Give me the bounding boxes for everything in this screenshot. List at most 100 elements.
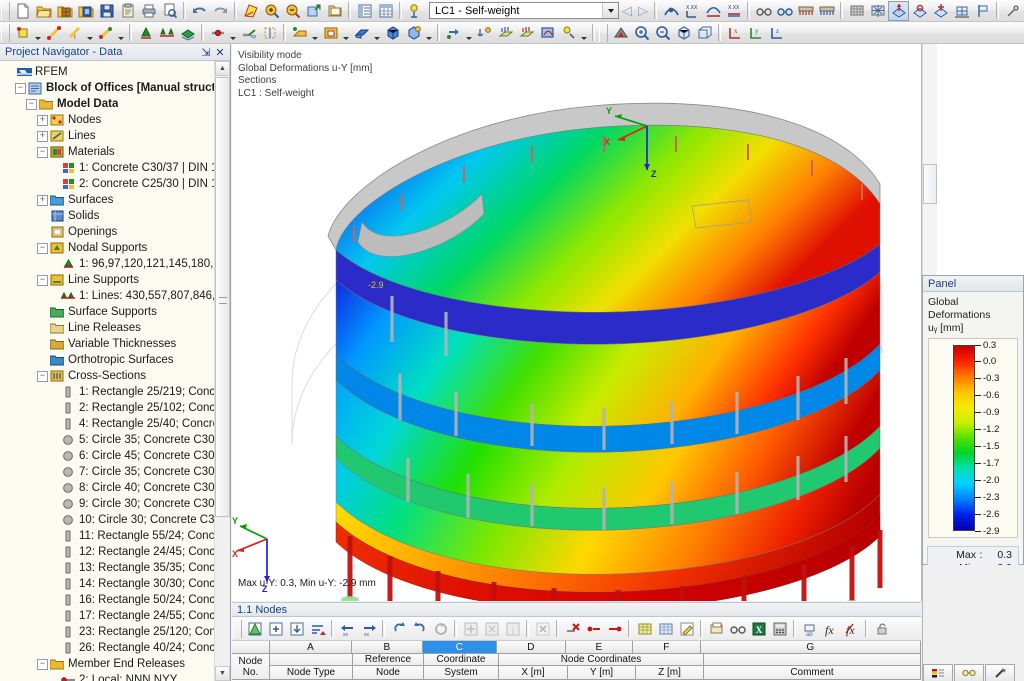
tree-item[interactable]: 13: Rectangle 35/35; Concrete <box>0 560 230 576</box>
table-glasses-icon[interactable] <box>727 619 748 639</box>
tree-item[interactable]: 14: Rectangle 30/30; Concrete <box>0 576 230 592</box>
value-label-2-icon[interactable]: X.XX <box>723 1 744 21</box>
tree-item[interactable]: 2: Concrete C25/30 | DIN 1045 <box>0 176 230 192</box>
hinge-icon[interactable] <box>207 23 228 43</box>
tree-expander-icon[interactable]: − <box>26 99 37 110</box>
tree-item[interactable]: 11: Rectangle 55/24; Concrete <box>0 528 230 544</box>
model-viewport[interactable]: -2.9 Y X Z Y X <box>232 44 922 601</box>
surface-create-icon[interactable] <box>289 23 310 43</box>
tree-item[interactable]: 5: Circle 35; Concrete C30/37 <box>0 432 230 448</box>
print-preview-icon[interactable] <box>159 1 180 21</box>
tree-item[interactable]: 23: Rectangle 25/120; Concret… <box>0 624 230 640</box>
surface-support-icon[interactable] <box>177 23 198 43</box>
tab-colors[interactable] <box>923 664 953 681</box>
node-tool-dropdown-icon[interactable] <box>33 23 43 43</box>
column-letter-header[interactable]: A <box>270 641 352 654</box>
toolbar-grip-2[interactable] <box>599 24 608 42</box>
deformation-icon[interactable] <box>660 1 681 21</box>
zoom-window-icon[interactable] <box>631 23 652 43</box>
table-calculator-icon[interactable] <box>769 619 790 639</box>
tree-expander-icon[interactable]: + <box>37 131 48 142</box>
view-iso-icon[interactable] <box>673 23 694 43</box>
tree-item[interactable]: Variable Thicknesses <box>0 336 230 352</box>
grid-snap-icon[interactable] <box>951 1 972 21</box>
tree-item[interactable]: 17: Rectangle 24/55; Concrete <box>0 608 230 624</box>
calculate-icon[interactable] <box>610 23 631 43</box>
tree-expander-icon[interactable]: − <box>37 275 48 286</box>
next-load-case-icon[interactable]: ▷ <box>635 3 651 19</box>
opening-icon[interactable] <box>320 23 341 43</box>
table-delete-row-icon[interactable] <box>583 619 604 639</box>
navigator-tree[interactable]: RFEM−Block of Offices [Manual structures… <box>0 61 230 681</box>
table-add-row-icon[interactable] <box>604 619 625 639</box>
toolbar-grip[interactable] <box>1 2 10 20</box>
line-dimension-tool-icon[interactable]: I <box>64 23 85 43</box>
tree-item[interactable]: −Cross-Sections <box>0 368 230 384</box>
load-case-combo[interactable]: LC1 - Self-weight <box>429 2 619 19</box>
new-file-icon[interactable] <box>12 1 33 21</box>
star-settings-icon[interactable] <box>867 1 888 21</box>
scrollbar-thumb[interactable] <box>215 77 230 517</box>
node-tool-icon[interactable] <box>12 23 33 43</box>
scrollbar-thumb-right[interactable] <box>923 164 937 204</box>
surface-results-1-icon[interactable] <box>888 1 909 21</box>
pin-icon[interactable]: ⇲ <box>199 46 213 59</box>
tree-item[interactable]: 8: Circle 40; Concrete C30/37 <box>0 480 230 496</box>
close-icon[interactable]: ✕ <box>213 46 227 59</box>
column-letter-header[interactable]: B <box>352 641 422 654</box>
solid-icon[interactable] <box>382 23 403 43</box>
tab-glasses[interactable] <box>954 664 984 681</box>
column-letter-header[interactable]: E <box>566 641 634 654</box>
tree-item[interactable]: −Model Data <box>0 96 230 112</box>
table-lock-icon[interactable] <box>871 619 892 639</box>
column-letter-header[interactable]: F <box>633 641 701 654</box>
tree-item[interactable]: +Nodes <box>0 112 230 128</box>
toolbar-grip[interactable] <box>1 24 10 42</box>
tree-item[interactable]: 12: Rectangle 24/45; Concrete <box>0 544 230 560</box>
tree-item[interactable]: Solids <box>0 208 230 224</box>
surface-dropdown-icon[interactable] <box>310 23 320 43</box>
tree-item[interactable]: +Lines <box>0 128 230 144</box>
tree-expander-icon[interactable]: − <box>37 371 48 382</box>
table-excel-icon[interactable]: X <box>748 619 769 639</box>
measure-icon[interactable] <box>1002 1 1023 21</box>
tree-expander-icon[interactable]: + <box>37 115 48 126</box>
tree-expander-icon[interactable]: + <box>37 195 48 206</box>
navigator-scrollbar[interactable]: ▲ ▼ <box>214 61 230 681</box>
mesh-icon[interactable] <box>846 1 867 21</box>
tree-item[interactable]: 16: Rectangle 50/24; Concrete <box>0 592 230 608</box>
member-tool-icon[interactable] <box>95 23 116 43</box>
nodes-table[interactable]: ABCDEFG NodeNo.ReferenceCoordinateNode C… <box>232 641 921 681</box>
table-blue-icon[interactable] <box>655 619 676 639</box>
tree-item[interactable]: −Line Supports <box>0 272 230 288</box>
support-1-icon[interactable] <box>795 1 816 21</box>
tree-expander-icon[interactable]: − <box>37 659 48 670</box>
tree-item[interactable]: 2: Rectangle 25/102; Concrete… <box>0 400 230 416</box>
redo-icon[interactable] <box>210 1 231 21</box>
solid-2-icon[interactable] <box>403 23 424 43</box>
table-edit-icon[interactable] <box>244 619 265 639</box>
load-imperfection-icon[interactable] <box>537 23 558 43</box>
tree-item[interactable]: +Surfaces <box>0 192 230 208</box>
solid-dropdown-icon[interactable] <box>424 23 434 43</box>
tree-item[interactable]: 4: Rectangle 25/40; Concrete … <box>0 416 230 432</box>
table-delete-icon[interactable] <box>562 619 583 639</box>
tree-item[interactable]: Orthotropic Surfaces <box>0 352 230 368</box>
tree-item[interactable]: −Nodal Supports <box>0 240 230 256</box>
tree-item[interactable]: −Materials <box>0 144 230 160</box>
load-case-icon[interactable] <box>405 1 426 21</box>
nodal-support-icon[interactable] <box>135 23 156 43</box>
zoom-out-2-icon[interactable] <box>652 23 673 43</box>
member-tool-dropdown-icon[interactable] <box>116 23 126 43</box>
open-file-icon[interactable] <box>33 1 54 21</box>
table-remove-icon[interactable] <box>481 619 502 639</box>
line-tool-dropdown-icon[interactable] <box>85 23 95 43</box>
table-next-icon[interactable]: xx <box>358 619 379 639</box>
line-tool-icon[interactable] <box>43 23 64 43</box>
table-list-icon[interactable] <box>354 1 375 21</box>
tree-item[interactable]: 10: Circle 30; Concrete C30/37 <box>0 512 230 528</box>
open-package-icon[interactable] <box>54 1 75 21</box>
table-grid-icon[interactable] <box>375 1 396 21</box>
tree-item[interactable]: Openings <box>0 224 230 240</box>
tree-expander-icon[interactable]: − <box>37 243 48 254</box>
